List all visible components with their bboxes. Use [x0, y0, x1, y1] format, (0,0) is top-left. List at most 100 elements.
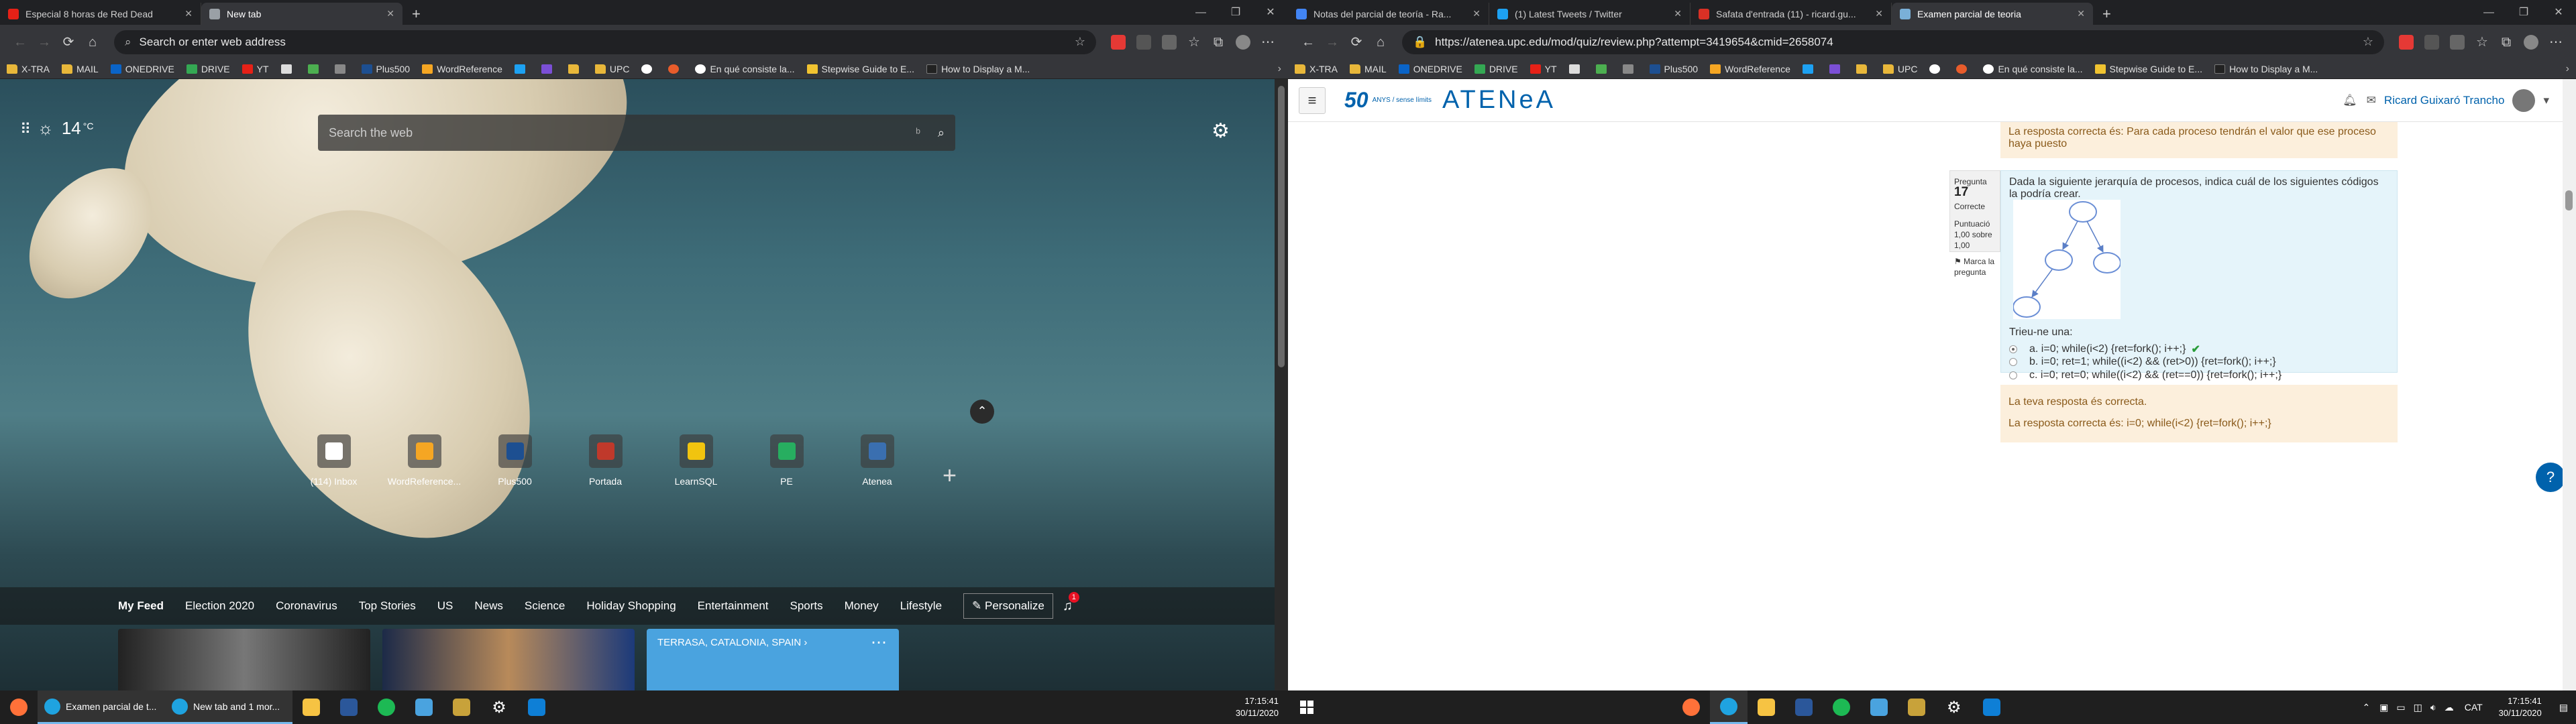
- answer-option-a[interactable]: a. i=0; while(i<2) {ret=fork(); i++;} ✔: [2009, 343, 2200, 356]
- taskbar-icon[interactable]: [443, 690, 480, 724]
- feed-tab[interactable]: Money: [845, 599, 879, 613]
- menu-icon[interactable]: ⋯: [2544, 30, 2568, 54]
- taskbar-icon[interactable]: [368, 690, 405, 724]
- bookmark-item[interactable]: En qué consiste la...: [1983, 64, 2083, 74]
- new-tab-button[interactable]: +: [2093, 3, 2121, 25]
- feed-tab[interactable]: Holiday Shopping: [586, 599, 676, 613]
- quick-link[interactable]: LearnSQL: [651, 434, 741, 487]
- feed-tab[interactable]: US: [437, 599, 453, 613]
- bookmark-item[interactable]: Plus500: [1649, 64, 1698, 74]
- bookmark-item[interactable]: Stepwise Guide to E...: [2094, 64, 2202, 74]
- bookmark-item[interactable]: ONEDRIVE: [1398, 64, 1462, 74]
- taskbar-icon[interactable]: [1748, 690, 1785, 724]
- bookmark-item[interactable]: YT: [241, 64, 269, 74]
- taskbar-app[interactable]: Examen parcial de t...: [38, 690, 165, 724]
- new-tab-button[interactable]: +: [402, 3, 430, 25]
- bookmark-item[interactable]: DRIVE: [1474, 64, 1518, 74]
- bookmark-item[interactable]: How to Display a M...: [2214, 64, 2318, 74]
- back-button[interactable]: ←: [1296, 30, 1320, 54]
- menu-icon[interactable]: ⋯: [1256, 30, 1280, 54]
- taskbar-icon[interactable]: [0, 690, 38, 724]
- bookmark-item[interactable]: [641, 64, 656, 74]
- avatar[interactable]: [2524, 34, 2538, 50]
- bookmark-item[interactable]: [1929, 64, 1944, 74]
- close-icon[interactable]: ✕: [184, 8, 193, 19]
- notification-bell-icon[interactable]: ♫ 1: [1063, 591, 1079, 614]
- taskbar-icon[interactable]: [1672, 690, 1710, 724]
- feed-tab[interactable]: News: [474, 599, 503, 613]
- reload-button[interactable]: ⟳: [1344, 30, 1368, 54]
- extension-icon[interactable]: [2399, 34, 2414, 50]
- bookmark-item[interactable]: [514, 64, 529, 74]
- bookmark-item[interactable]: WordReference: [1710, 64, 1790, 74]
- scrollbar[interactable]: [2563, 79, 2576, 690]
- tab-notas[interactable]: Notas del parcial de teoría - Ra... ✕: [1288, 3, 1489, 25]
- taskbar-icon[interactable]: [292, 690, 330, 724]
- battery-icon[interactable]: ▭: [2396, 702, 2405, 713]
- bookmark-item[interactable]: [1595, 64, 1611, 74]
- tab-gmail[interactable]: Safata d'entrada (11) - ricard.gu... ✕: [1690, 3, 1892, 25]
- bookmark-item[interactable]: ONEDRIVE: [110, 64, 174, 74]
- minimize-icon[interactable]: —: [2471, 0, 2506, 25]
- back-button[interactable]: ←: [8, 30, 32, 54]
- taskbar-app[interactable]: New tab and 1 mor...: [165, 690, 292, 724]
- apps-grid-icon[interactable]: ⠿: [20, 121, 31, 138]
- reload-button[interactable]: ⟳: [56, 30, 80, 54]
- close-window-icon[interactable]: ✕: [2541, 0, 2576, 25]
- bookmark-item[interactable]: [307, 64, 323, 74]
- volume-icon[interactable]: 🔉︎: [2430, 702, 2436, 713]
- extension-icon[interactable]: [1136, 34, 1151, 50]
- scrollbar-thumb[interactable]: [2565, 190, 2573, 210]
- cloud-icon[interactable]: ☁: [2445, 702, 2454, 713]
- bookmark-item[interactable]: [1622, 64, 1638, 74]
- bing-icon[interactable]: ᵇ: [916, 126, 920, 140]
- taskbar-icon[interactable]: [1823, 690, 1860, 724]
- chevron-up-icon[interactable]: ⌃: [970, 400, 994, 424]
- taskbar-icon[interactable]: ⚙: [480, 690, 518, 724]
- close-icon[interactable]: ✕: [1875, 8, 1883, 19]
- avatar[interactable]: [1236, 34, 1250, 50]
- bookmark-item[interactable]: [280, 64, 296, 74]
- bookmark-item[interactable]: [1829, 64, 1844, 74]
- forward-button[interactable]: →: [1320, 30, 1344, 54]
- close-icon[interactable]: ✕: [1674, 8, 1682, 19]
- taskbar-icon[interactable]: [1898, 690, 1935, 724]
- extension-icon[interactable]: [1162, 34, 1177, 50]
- taskbar-icon[interactable]: [1973, 690, 2010, 724]
- chevron-up-icon[interactable]: ⌃: [2362, 702, 2370, 713]
- bookmark-star-icon[interactable]: ☆: [1075, 35, 1085, 49]
- bookmark-item[interactable]: [1568, 64, 1584, 74]
- quick-link[interactable]: Portada: [560, 434, 651, 487]
- more-icon[interactable]: ⋯: [871, 633, 887, 652]
- scrollbar[interactable]: [1275, 79, 1288, 690]
- bookmark-star-icon[interactable]: ☆: [2363, 35, 2373, 49]
- network-icon[interactable]: ◫: [2414, 702, 2422, 713]
- bookmark-item[interactable]: [668, 64, 683, 74]
- bell-icon[interactable]: 🔔︎: [2343, 94, 2357, 107]
- bookmark-item[interactable]: [541, 64, 556, 74]
- feed-tab[interactable]: Science: [525, 599, 565, 613]
- feed-tab[interactable]: Entertainment: [698, 599, 769, 613]
- news-card[interactable]: [118, 629, 370, 690]
- scrollbar-thumb[interactable]: [1278, 86, 1285, 367]
- bookmark-item[interactable]: How to Display a M...: [926, 64, 1030, 74]
- flag-question[interactable]: ⚑ Marca la pregunta: [1954, 256, 1996, 278]
- gear-icon[interactable]: ⚙: [1212, 119, 1230, 143]
- bookmark-item[interactable]: Stepwise Guide to E...: [806, 64, 914, 74]
- tab-twitter[interactable]: (1) Latest Tweets / Twitter ✕: [1489, 3, 1690, 25]
- forward-button[interactable]: →: [32, 30, 56, 54]
- quick-link[interactable]: WordReference...: [379, 434, 470, 487]
- bookmark-item[interactable]: UPC: [594, 64, 629, 74]
- extension-icon[interactable]: [1111, 34, 1126, 50]
- maximize-icon[interactable]: ❐: [1218, 0, 1253, 25]
- taskbar-icon[interactable]: [1785, 690, 1823, 724]
- home-button[interactable]: ⌂: [80, 30, 105, 54]
- taskbar-icon[interactable]: [1709, 690, 1748, 724]
- maximize-icon[interactable]: ❐: [2506, 0, 2541, 25]
- extension-icon[interactable]: [2450, 34, 2465, 50]
- search-icon[interactable]: ⌕: [938, 126, 945, 140]
- bookmark-item[interactable]: WordReference: [422, 64, 502, 74]
- app-tray-icon[interactable]: ▣: [2379, 702, 2388, 713]
- close-icon[interactable]: ✕: [1472, 8, 1481, 19]
- taskbar-icon[interactable]: [330, 690, 368, 724]
